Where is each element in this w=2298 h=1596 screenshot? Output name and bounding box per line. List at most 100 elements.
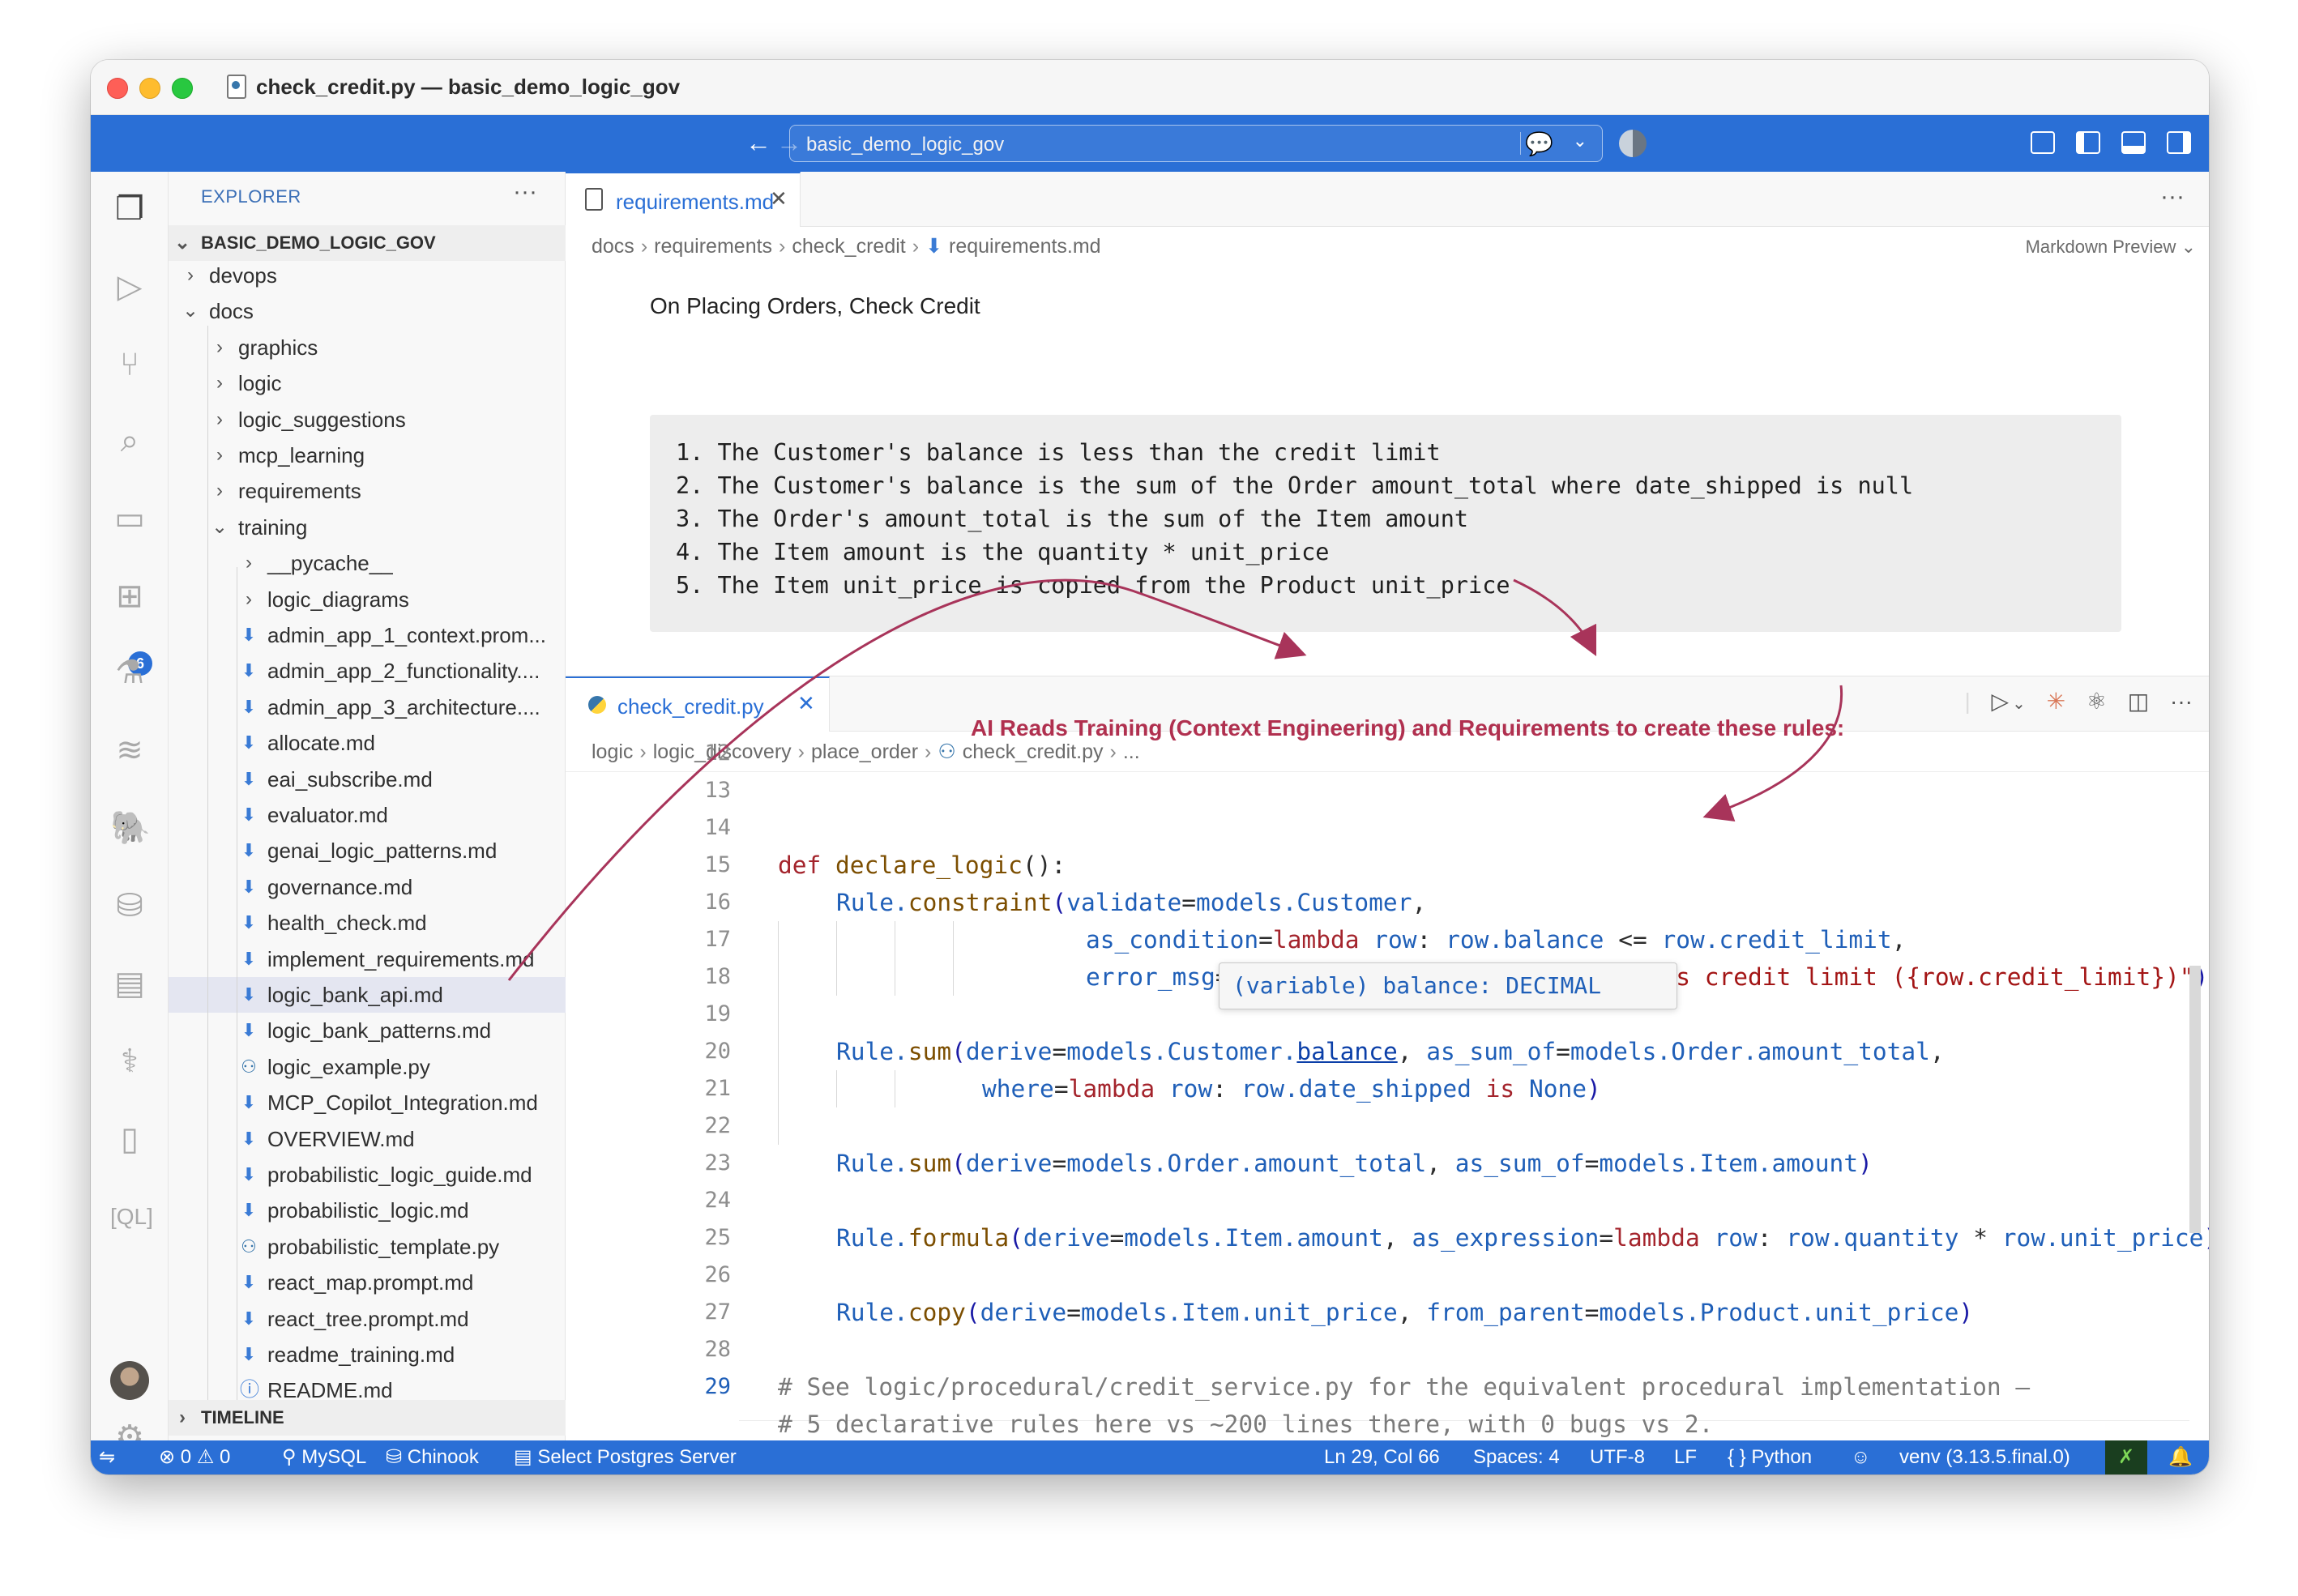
file-item[interactable]: ⚇ logic_example.py xyxy=(169,1049,566,1085)
more-actions-icon[interactable]: ··· xyxy=(513,178,537,206)
file-item[interactable]: ⬇ genai_logic_patterns.md xyxy=(169,833,566,868)
source-control-icon[interactable]: ⑂ xyxy=(110,345,149,384)
claude-icon[interactable]: ✳ xyxy=(2047,688,2065,715)
tab-bar: requirements.md ✕ ··· xyxy=(566,172,2209,227)
file-item[interactable]: ⬇ admin_app_3_architecture.... xyxy=(169,689,566,725)
more-actions-icon[interactable]: ··· xyxy=(2170,689,2193,715)
file-item[interactable]: ⬇ probabilistic_logic.md xyxy=(169,1193,566,1228)
folder-item[interactable]: › logic_diagrams xyxy=(169,582,566,617)
breadcrumb-item[interactable]: docs xyxy=(592,235,634,258)
toggle-secondary-sidebar-icon[interactable] xyxy=(2167,131,2191,154)
file-item[interactable]: ⬇ probabilistic_logic_guide.md xyxy=(169,1157,566,1193)
encoding[interactable]: UTF-8 xyxy=(1590,1440,1645,1474)
timeline-section[interactable]: › TIMELINE xyxy=(169,1400,566,1436)
folder-item[interactable]: › logic_suggestions xyxy=(169,402,566,437)
breadcrumb-item[interactable]: check_credit xyxy=(792,235,905,258)
connection-icon: ⚲ xyxy=(282,1446,297,1468)
run-debug-icon[interactable]: ▷ xyxy=(110,267,149,306)
zoom-window-button[interactable] xyxy=(172,78,193,99)
file-item[interactable]: ⬇ admin_app_2_functionality.... xyxy=(169,653,566,689)
folder-item[interactable]: › mcp_learning xyxy=(169,437,566,473)
file-item[interactable]: ⬇ OVERVIEW.md xyxy=(169,1121,566,1157)
indentation[interactable]: Spaces: 4 xyxy=(1473,1440,1560,1474)
customize-layout-icon[interactable] xyxy=(2031,131,2055,154)
breadcrumb-item[interactable]: ... xyxy=(1123,740,1140,763)
python-icon[interactable]: ⚕ xyxy=(110,1042,149,1081)
close-window-button[interactable] xyxy=(107,78,128,99)
run-icon[interactable]: ▷ xyxy=(1992,688,2010,715)
breadcrumb-item[interactable]: check_credit.py xyxy=(963,740,1104,763)
breadcrumb-item[interactable]: requirements xyxy=(654,235,772,258)
remote-icon[interactable]: ⇋ xyxy=(91,1440,123,1474)
file-item[interactable]: ⬇ eai_subscribe.md xyxy=(169,762,566,797)
file-item[interactable]: ⬇ health_check.md xyxy=(169,905,566,941)
layers-icon[interactable]: ≋ xyxy=(110,731,149,770)
notifications-bell-icon[interactable]: 🔔 xyxy=(2168,1440,2193,1474)
toggle-primary-sidebar-icon[interactable] xyxy=(2076,131,2100,154)
file-item[interactable]: ⬇ logic_bank_api.md xyxy=(169,977,566,1013)
folder-item[interactable]: › requirements xyxy=(169,473,566,509)
close-icon[interactable]: ✕ xyxy=(770,186,788,211)
language-mode[interactable]: { } Python xyxy=(1728,1440,1812,1474)
file-item[interactable]: ⬇ admin_app_1_context.prom... xyxy=(169,617,566,653)
chevron-down-icon[interactable]: ⌄ xyxy=(1573,130,1587,151)
toggle-panel-icon[interactable] xyxy=(2121,131,2146,154)
file-item[interactable]: ⬇ governance.md xyxy=(169,869,566,905)
search-icon[interactable]: ⌕ xyxy=(110,421,149,460)
database-status[interactable]: ⛁ Chinook xyxy=(386,1440,479,1474)
notebook-icon[interactable]: ▯ xyxy=(110,1120,149,1159)
folder-item[interactable]: ⌄ training xyxy=(169,510,566,545)
file-item[interactable]: ⬇ implement_requirements.md xyxy=(169,941,566,977)
folder-item[interactable]: › devops xyxy=(169,258,566,293)
more-actions-icon[interactable]: ··· xyxy=(2160,183,2185,211)
close-icon[interactable]: ✕ xyxy=(797,691,815,716)
cursor-position[interactable]: Ln 29, Col 66 xyxy=(1324,1440,1440,1474)
folder-item[interactable]: › logic xyxy=(169,365,566,401)
tab-check-credit-py[interactable]: check_credit.py ✕ xyxy=(566,676,830,732)
file-item[interactable]: ⬇ logic_bank_patterns.md xyxy=(169,1013,566,1048)
tab-requirements-md[interactable]: requirements.md ✕ xyxy=(566,172,801,227)
problems-indicator[interactable]: ⊗ 0 ⚠ 0 xyxy=(159,1440,230,1474)
file-item[interactable]: ⬇ allocate.md xyxy=(169,725,566,761)
minimize-window-button[interactable] xyxy=(139,78,160,99)
end-of-line[interactable]: LF xyxy=(1674,1440,1697,1474)
sql-query-icon[interactable]: [QL] xyxy=(110,1197,153,1236)
chevron-down-icon[interactable]: ⌄ xyxy=(2012,693,2026,714)
back-arrow-icon[interactable]: ← xyxy=(745,128,771,158)
accounts-icon[interactable] xyxy=(1619,130,1647,157)
database-icon[interactable]: ⛁ xyxy=(110,886,149,925)
postgres-server-status[interactable]: ▤ Select Postgres Server xyxy=(514,1440,737,1474)
hovered-symbol[interactable]: balance xyxy=(1296,1038,1397,1065)
testing-icon[interactable]: ⚗ xyxy=(110,653,149,692)
extensions-icon[interactable]: ⊞ xyxy=(110,577,149,616)
remote-explorer-icon[interactable]: ▭ xyxy=(110,499,149,538)
editor-scrollbar[interactable] xyxy=(2189,966,2201,1233)
breadcrumb-item[interactable]: place_order xyxy=(811,740,918,763)
breadcrumb-item[interactable]: requirements.md xyxy=(949,235,1101,258)
file-item[interactable]: ⬇ evaluator.md xyxy=(169,797,566,833)
file-item[interactable]: ⬇ react_map.prompt.md xyxy=(169,1265,566,1300)
postgres-icon[interactable]: 🐘 xyxy=(110,809,151,847)
split-editor-icon[interactable]: ◫ xyxy=(2128,688,2149,715)
file-item[interactable]: ⬇ react_tree.prompt.md xyxy=(169,1301,566,1337)
account-avatar[interactable] xyxy=(110,1361,149,1400)
folder-item[interactable]: ⌄ docs xyxy=(169,293,566,329)
copilot-disabled-icon[interactable]: ✗ xyxy=(2105,1440,2147,1474)
file-item[interactable]: ⬇ MCP_Copilot_Integration.md xyxy=(169,1085,566,1120)
mysql-status[interactable]: ⚲ MySQL xyxy=(282,1440,366,1474)
file-item[interactable]: ⚇ probabilistic_template.py xyxy=(169,1229,566,1265)
python-environment[interactable]: venv (3.13.5.final.0) xyxy=(1899,1440,2070,1474)
database-explorer-icon[interactable]: ▤ xyxy=(110,964,149,1003)
markdown-preview-dropdown[interactable]: Markdown Preview ⌄ xyxy=(2026,237,2196,258)
copilot-status-icon[interactable]: ☺ xyxy=(1851,1440,1871,1474)
file-item[interactable]: ⬇ readme_training.md xyxy=(169,1337,566,1372)
explorer-root-folder[interactable]: ⌄ BASIC_DEMO_LOGIC_GOV xyxy=(169,225,566,261)
code-editor[interactable]: 12 13 14 15 16 17 18 19 20 21 22 23 24 25 26 27 28 29 def… xyxy=(566,740,2209,1457)
folder-item[interactable]: › graphics xyxy=(169,330,566,365)
explorer-icon[interactable]: ❐ xyxy=(110,190,149,228)
folder-item[interactable]: › __pycache__ xyxy=(169,545,566,581)
copilot-chat-icon[interactable]: 💬 xyxy=(1525,130,1553,157)
openai-icon[interactable]: ⚛ xyxy=(2087,688,2107,715)
command-center-search[interactable]: basic_demo_logic_gov 💬 ⌄ xyxy=(789,125,1603,162)
breadcrumb: docs › requirements › check_credit › ⬇ requirem… xyxy=(566,227,2209,266)
